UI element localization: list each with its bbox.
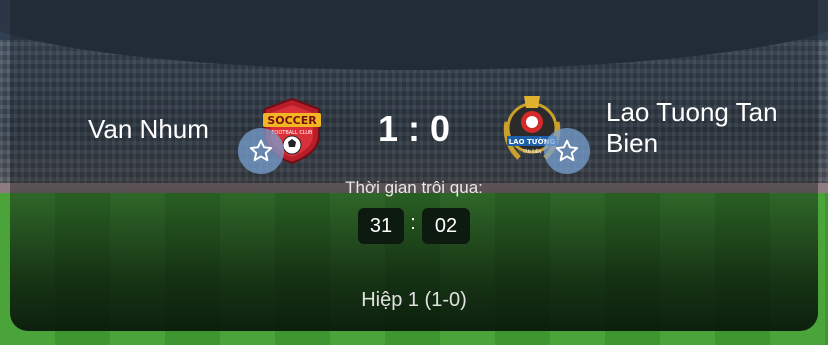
timer-separator: : [410, 212, 416, 234]
away-favorite-button[interactable] [544, 128, 590, 174]
match-header: Van Nhum SOCCER FOOTBALL CLUB 1 : 0 LAO … [0, 0, 828, 345]
star-outline-icon [555, 139, 579, 162]
away-team-name[interactable]: Lao Tuong Tan Bien [606, 97, 816, 159]
elapsed-seconds: 02 [422, 208, 470, 244]
elapsed-minutes: 31 [358, 208, 404, 244]
elapsed-time-label: Thời gian trôi qua: [345, 178, 483, 197]
scoreboard-overlay [10, 0, 818, 331]
svg-text:TÂN BIÊN: TÂN BIÊN [522, 149, 542, 154]
match-period: Hiệp 1 (1-0) [361, 289, 467, 311]
